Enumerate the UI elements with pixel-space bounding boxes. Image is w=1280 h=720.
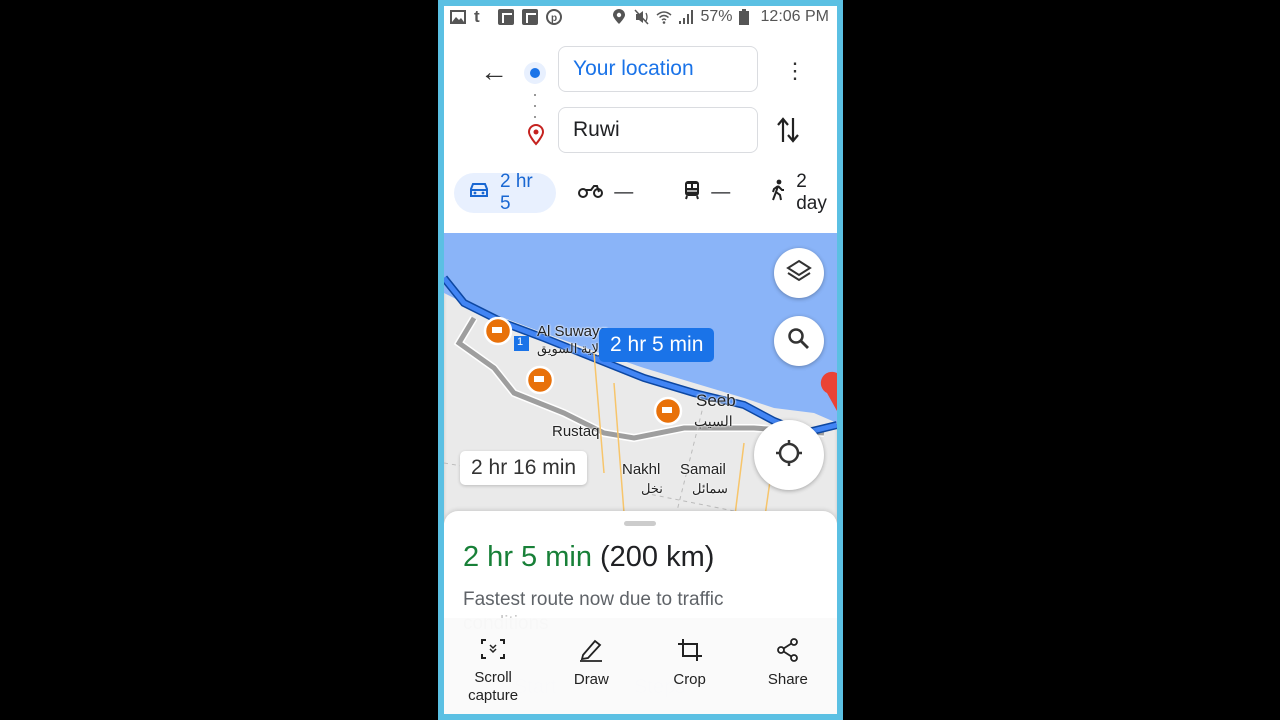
- route-note: Fastest route now due to traffic: [463, 589, 724, 610]
- crop-icon: [677, 638, 703, 667]
- tab-walking[interactable]: 2 day: [756, 171, 837, 214]
- scroll-capture-button[interactable]: Scroll capture: [448, 638, 538, 705]
- traffic-camera-marker: [483, 316, 513, 346]
- battery-percent: 57%: [700, 8, 733, 25]
- pinterest-icon: p: [546, 9, 562, 25]
- share-label: Share: [767, 671, 808, 688]
- distance-text: (200 km): [600, 541, 715, 573]
- directions-header: ← Your location Ruwi ⋮ 2 hr 5 — — 2 day: [444, 28, 837, 238]
- duration-text: 2 hr 5 min: [463, 541, 592, 573]
- place-label: Al Suwayq: [537, 323, 608, 340]
- motorcycle-icon: [578, 182, 604, 204]
- flipboard-icon: [498, 9, 514, 25]
- origin-dot-icon: [524, 62, 546, 84]
- transit-time: —: [711, 182, 731, 203]
- draw-button[interactable]: Draw: [546, 638, 636, 689]
- clock: 12:06 PM: [760, 8, 829, 25]
- place-label-ar: سمائل: [692, 481, 728, 496]
- signal-icon: [678, 9, 694, 25]
- travel-mode-tabs: 2 hr 5 — — 2 day: [454, 171, 837, 214]
- flipboard-icon: [522, 9, 538, 25]
- tab-transit[interactable]: —: [669, 173, 744, 213]
- search-along-route-button[interactable]: [774, 316, 824, 366]
- mute-icon: [634, 9, 650, 25]
- tab-motorcycle[interactable]: —: [564, 173, 647, 213]
- place-label: Nakhl: [622, 461, 661, 478]
- primary-route-time-label[interactable]: 2 hr 5 min: [599, 328, 715, 362]
- phone-frame: t p 57% 12:06 PM ← Your location Ruwi ⋮ …: [438, 0, 843, 720]
- layers-button[interactable]: [774, 248, 824, 298]
- destination-pin-icon: [527, 124, 545, 151]
- route-dots-icon: [534, 94, 536, 118]
- walk-icon: [770, 179, 786, 207]
- screen: t p 57% 12:06 PM ← Your location Ruwi ⋮ …: [444, 6, 837, 714]
- place-label: Samail: [680, 461, 726, 478]
- route-badge: 1: [517, 336, 524, 348]
- draw-label: Draw: [573, 671, 609, 688]
- my-location-button[interactable]: [754, 420, 824, 490]
- place-label-ar: السيب: [694, 413, 733, 429]
- place-label: Rustaq: [552, 423, 600, 440]
- svg-text:p: p: [551, 13, 557, 24]
- transit-icon: [683, 180, 701, 206]
- swap-icon[interactable]: [776, 116, 800, 149]
- layers-icon: [786, 258, 812, 289]
- location-icon: [612, 9, 628, 25]
- share-icon: [775, 638, 801, 667]
- crop-button[interactable]: Crop: [645, 638, 735, 689]
- tumblr-icon: t: [474, 7, 480, 26]
- motorcycle-time: —: [614, 182, 634, 203]
- alt-route-time-label[interactable]: 2 hr 16 min: [460, 451, 588, 485]
- screenshot-toolbar: Scroll capture Draw Crop Share: [444, 618, 837, 714]
- place-label: Seeb: [696, 391, 736, 410]
- traffic-camera-marker: [525, 365, 555, 395]
- wifi-icon: [656, 9, 672, 25]
- scroll-capture-icon: [480, 638, 506, 665]
- walking-time: 2 day: [796, 171, 827, 214]
- map-view[interactable]: 1 Al Suwayq ولاية السويق Seeb السيب Rust…: [444, 233, 837, 523]
- tab-driving[interactable]: 2 hr 5: [454, 171, 557, 214]
- crop-label: Crop: [673, 671, 706, 688]
- destination-input[interactable]: Ruwi: [558, 107, 758, 153]
- place-label-ar: نخل: [641, 481, 663, 496]
- battery-icon: [738, 9, 755, 25]
- crosshair-icon: [774, 438, 804, 473]
- search-icon: [787, 327, 811, 356]
- share-button[interactable]: Share: [743, 638, 833, 689]
- status-bar: t p 57% 12:06 PM: [444, 6, 837, 28]
- draw-icon: [578, 638, 604, 667]
- place-label-ar: ولاية السويق: [537, 341, 606, 356]
- scroll-capture-label: Scroll capture: [468, 669, 519, 704]
- drag-handle[interactable]: [624, 521, 656, 526]
- back-arrow-icon[interactable]: ←: [480, 56, 508, 88]
- origin-input[interactable]: Your location: [558, 46, 758, 92]
- gallery-icon: [450, 9, 466, 25]
- driving-time: 2 hr 5: [500, 171, 533, 214]
- car-icon: [468, 181, 490, 205]
- traffic-camera-marker: [653, 396, 683, 426]
- route-duration: 2 hr 5 min (200 km): [463, 541, 714, 574]
- more-options-icon[interactable]: ⋮: [784, 60, 806, 82]
